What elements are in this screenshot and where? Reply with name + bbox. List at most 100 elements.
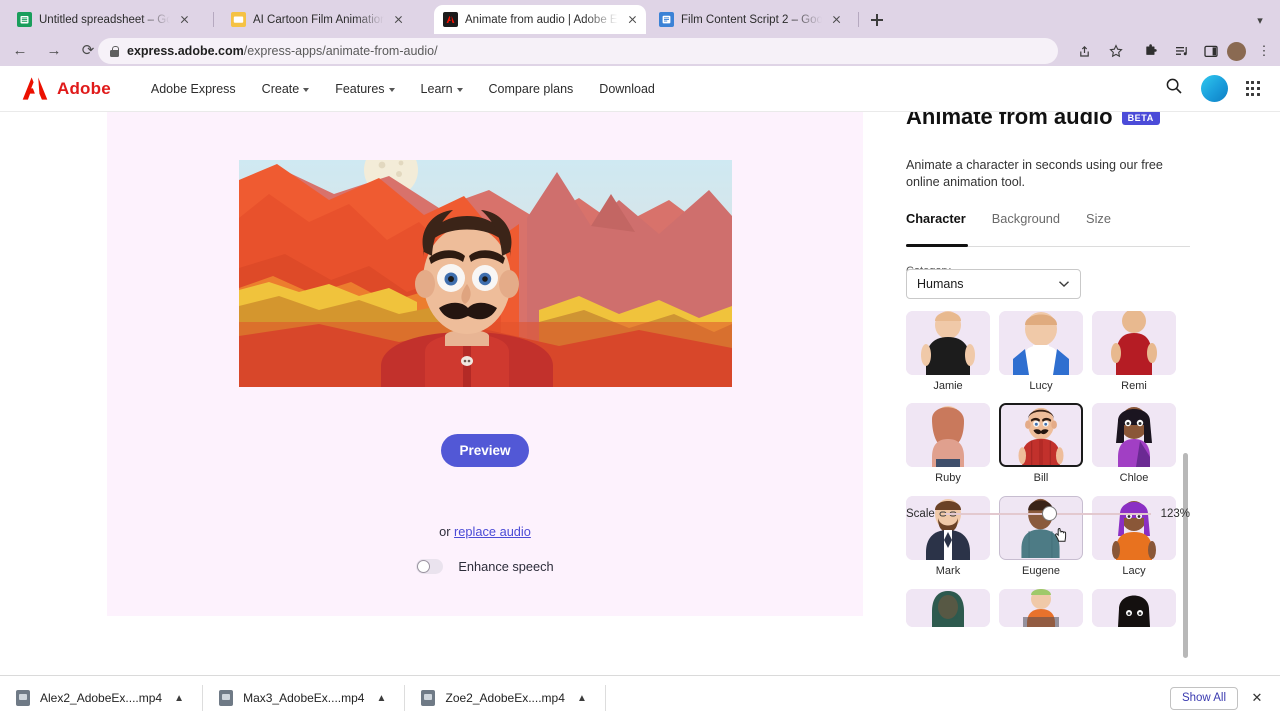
character-name: Mark	[935, 565, 961, 577]
nav-label: Adobe Express	[150, 81, 236, 96]
enhance-speech-label: Enhance speech	[458, 559, 554, 574]
character-name: Bill	[1033, 472, 1049, 484]
nav-item-create[interactable]: Create	[262, 82, 310, 96]
character-card-remi[interactable]: Remi	[1092, 311, 1176, 392]
chevron-up-icon[interactable]: ▲	[172, 691, 186, 705]
search-icon[interactable]	[1165, 77, 1183, 100]
bookmark-star-icon[interactable]	[1104, 39, 1128, 63]
page-body: Preview or replace audio Enhance speech …	[0, 112, 1280, 675]
scale-slider[interactable]	[944, 506, 1151, 521]
character-thumbnail-selected	[999, 403, 1083, 467]
profile-avatar-icon[interactable]	[1223, 39, 1249, 63]
panel-tabs: Character Background Size	[906, 211, 1190, 237]
address-bar[interactable]: express.adobe.com/express-apps/animate-f…	[98, 38, 1058, 64]
character-card-chloe[interactable]: Chloe	[1092, 403, 1176, 484]
browser-tab-2[interactable]: AI Cartoon Film Animation – Go	[222, 5, 412, 34]
character-card-lucy[interactable]: Lucy	[999, 311, 1083, 392]
extensions-icon[interactable]	[1139, 39, 1163, 63]
sheets-icon	[17, 12, 32, 27]
chevron-up-icon[interactable]: ▲	[575, 691, 589, 705]
close-icon[interactable]	[391, 12, 406, 27]
tab-search-chevron-icon[interactable]: ▾	[1250, 10, 1270, 30]
character-card-bill[interactable]: Bill	[999, 403, 1083, 484]
character-thumbnail	[906, 496, 990, 560]
folder-icon	[231, 12, 246, 27]
adobe-main-nav: Adobe Express Create Features Learn Comp…	[151, 82, 655, 96]
adobe-logo[interactable]: Adobe	[22, 77, 111, 100]
close-icon[interactable]	[177, 12, 192, 27]
back-button[interactable]: ←	[6, 36, 34, 64]
category-select[interactable]: Humans	[906, 269, 1081, 299]
video-file-icon	[16, 690, 30, 706]
download-separator	[604, 685, 606, 711]
beta-badge: BETA	[1121, 112, 1160, 125]
character-thumbnail	[1092, 589, 1176, 627]
download-item-3[interactable]: Zoe2_AdobeEx....mp4 ▲	[405, 676, 604, 720]
download-file-name: Alex2_AdobeEx....mp4	[40, 691, 163, 705]
character-thumbnail	[1092, 311, 1176, 375]
download-item-1[interactable]: Alex2_AdobeEx....mp4 ▲	[0, 676, 202, 720]
app-grid-icon[interactable]	[1245, 81, 1260, 96]
forward-button[interactable]: →	[40, 36, 68, 64]
nav-item-adobe-express[interactable]: Adobe Express	[151, 82, 236, 96]
chevron-up-icon[interactable]: ▲	[374, 691, 388, 705]
chevron-down-icon	[388, 87, 395, 92]
nav-item-features[interactable]: Features	[335, 81, 395, 96]
preview-button[interactable]: Preview	[441, 434, 529, 467]
toggle-knob	[417, 560, 431, 573]
adobe-logo-icon	[22, 77, 48, 100]
character-grid-scrollbar[interactable]	[1183, 453, 1188, 658]
mouse-cursor-icon	[1054, 527, 1068, 548]
download-file-name: Zoe2_AdobeEx....mp4	[445, 691, 565, 705]
video-file-icon	[421, 690, 436, 706]
lock-icon	[110, 45, 119, 57]
active-tab-underline	[906, 244, 968, 247]
enhance-speech-toggle[interactable]	[416, 559, 444, 574]
category-value: Humans	[917, 277, 964, 291]
share-icon[interactable]	[1072, 39, 1096, 63]
character-name: Ruby	[935, 472, 961, 484]
browser-tab-3[interactable]: Animate from audio | Adobe Ex	[434, 5, 646, 34]
character-thumbnail	[906, 403, 990, 467]
character-preview-video[interactable]	[239, 160, 732, 387]
close-downloads-icon[interactable]: ✕	[1248, 689, 1266, 707]
user-avatar[interactable]	[1200, 75, 1228, 102]
tab-character[interactable]: Character	[906, 211, 966, 237]
nav-item-download[interactable]: Download	[599, 82, 655, 96]
character-card-row4-3[interactable]	[1092, 589, 1176, 632]
nav-item-compare-plans[interactable]: Compare plans	[489, 82, 574, 96]
replace-audio-link[interactable]: replace audio	[454, 524, 531, 539]
more-menu-icon[interactable]: ⋮	[1252, 39, 1276, 63]
nav-item-learn[interactable]: Learn	[421, 82, 463, 96]
header-right-actions	[1165, 75, 1260, 102]
character-card-ruby[interactable]: Ruby	[906, 403, 990, 484]
nav-label: Features	[335, 81, 385, 96]
scale-slider-knob[interactable]	[1041, 506, 1057, 521]
download-item-2[interactable]: Max3_AdobeEx....mp4 ▲	[203, 676, 404, 720]
adobe-icon	[443, 12, 458, 27]
chevron-down-icon	[456, 87, 463, 92]
browser-tab-4[interactable]: Film Content Script 2 – Google	[650, 5, 850, 34]
character-card-row4-2[interactable]	[999, 589, 1083, 632]
new-tab-button[interactable]	[866, 9, 888, 31]
adobe-wordmark: Adobe	[57, 78, 111, 98]
character-card-row4-1[interactable]	[906, 589, 990, 632]
close-icon[interactable]	[625, 12, 640, 27]
character-card-jamie[interactable]: Jamie	[906, 311, 990, 392]
tab-background[interactable]: Background	[992, 211, 1060, 237]
show-all-downloads-button[interactable]: Show All	[1170, 686, 1238, 710]
tab-title: Film Content Script 2 – Google	[681, 13, 822, 26]
media-list-icon[interactable]	[1170, 39, 1194, 63]
chevron-down-icon	[1058, 275, 1070, 293]
close-icon[interactable]	[829, 12, 844, 27]
tab-size[interactable]: Size	[1086, 211, 1111, 237]
scale-control-row: Scale 123%	[906, 506, 1190, 521]
character-name: Lacy	[1122, 565, 1146, 577]
character-thumbnail	[999, 311, 1083, 375]
character-grid: Jamie Lucy Remi Ruby Bill Chloe Mark Eug…	[906, 311, 1188, 675]
character-thumbnail	[906, 311, 990, 375]
url-text: express.adobe.com/express-apps/animate-f…	[127, 44, 438, 58]
browser-tab-1[interactable]: Untitled spreadsheet – Google	[8, 5, 198, 34]
adobe-site-header: Adobe Adobe Express Create Features Lear…	[0, 66, 1280, 112]
side-panel-icon[interactable]	[1199, 39, 1223, 63]
